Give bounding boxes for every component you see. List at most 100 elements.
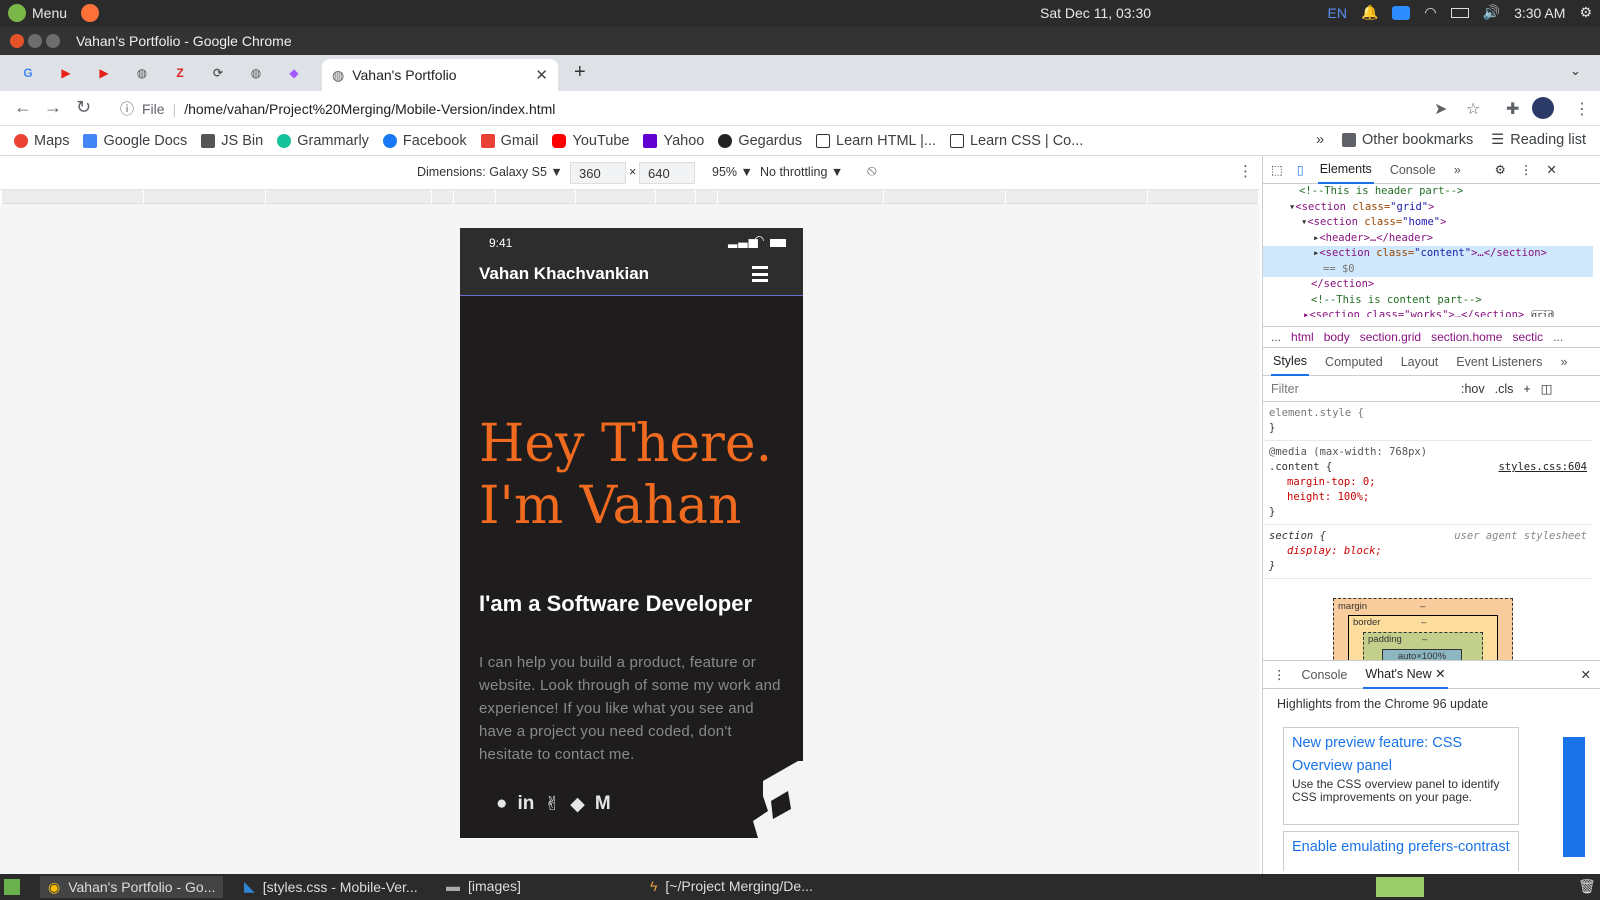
system-time[interactable]: 3:30 AM xyxy=(1514,5,1565,21)
drawer-close-icon[interactable]: ✕ xyxy=(1581,667,1591,682)
throttling-select[interactable]: No throttling ▼ xyxy=(760,165,843,179)
dom-node-close[interactable]: </section> xyxy=(1263,277,1593,293)
breadcrumb-section-home[interactable]: section.home xyxy=(1431,330,1502,344)
dom-node-header[interactable]: ▸<header>…</header> xyxy=(1263,231,1593,247)
info-icon[interactable]: ⓘ xyxy=(120,99,134,119)
feature-card-prefers-contrast[interactable]: Enable emulating prefers-contrast xyxy=(1283,831,1519,871)
system-clock[interactable]: Sat Dec 11, 03:30 xyxy=(1040,5,1151,21)
device-height-input[interactable] xyxy=(639,162,695,184)
feature-link-prefers-contrast[interactable]: Enable emulating prefers-contrast xyxy=(1292,839,1510,855)
dom-node-section-content-selected[interactable]: ▸<section class="content">…</section> xyxy=(1263,246,1593,262)
rule-content-media[interactable]: @media (max-width: 768px) .content { sty… xyxy=(1263,441,1593,525)
breadcrumb-overflow-right[interactable]: ... xyxy=(1553,330,1563,344)
bookmark-facebook[interactable]: Facebook xyxy=(382,133,467,149)
devtools-more-icon[interactable]: ⋮ xyxy=(1520,162,1533,177)
rule-element-style[interactable]: element.style { } xyxy=(1263,402,1593,441)
medium-icon[interactable]: M xyxy=(595,793,611,816)
taskbar-item-files[interactable]: ▬ [images] xyxy=(446,878,521,894)
reading-list[interactable]: ☰ Reading list xyxy=(1491,132,1586,148)
taskbar-item-chrome[interactable]: ◉ Vahan's Portfolio - Go... xyxy=(40,876,224,898)
bookmark-star-icon[interactable]: ☆ xyxy=(1466,99,1480,119)
language-indicator[interactable]: EN xyxy=(1328,5,1347,21)
url-text[interactable]: /home/vahan/Project%20Merging/Mobile-Ver… xyxy=(184,101,555,117)
new-tab-button[interactable]: + xyxy=(574,61,586,84)
bookmark-google-docs[interactable]: Google Docs xyxy=(83,133,187,149)
drawer-tab-console[interactable]: Console xyxy=(1300,662,1350,688)
drawer-menu-icon[interactable]: ⋮ xyxy=(1273,667,1286,682)
hov-toggle[interactable]: :hov xyxy=(1461,382,1485,396)
dom-comment[interactable]: <!--This is header part--> xyxy=(1263,184,1593,200)
other-bookmarks[interactable]: Other bookmarks xyxy=(1342,132,1473,148)
rule-section-ua[interactable]: section { user agent stylesheet display:… xyxy=(1263,525,1593,579)
hamburger-menu-icon[interactable] xyxy=(752,266,768,282)
firefox-icon[interactable] xyxy=(81,4,100,22)
bookmark-youtube[interactable]: YouTube xyxy=(552,133,629,149)
feature-card-css-overview[interactable]: New preview feature: CSS Overview panel … xyxy=(1283,727,1519,825)
workspace-switcher[interactable] xyxy=(1376,877,1424,897)
minimize-window-button[interactable] xyxy=(28,34,42,48)
profile-avatar[interactable] xyxy=(1532,97,1554,119)
bookmark-grammarly[interactable]: Grammarly xyxy=(277,133,369,149)
close-window-button[interactable] xyxy=(10,34,24,48)
bookmarks-overflow-button[interactable]: » xyxy=(1316,132,1324,148)
breadcrumb-body[interactable]: body xyxy=(1324,330,1350,344)
bookmark-gmail[interactable]: Gmail xyxy=(480,133,538,149)
device-width-input[interactable] xyxy=(570,162,626,184)
dom-node-section-grid[interactable]: ▾<section class="grid"> xyxy=(1263,200,1593,216)
pinned-tab-globe-icon-2[interactable]: ◍ xyxy=(246,63,266,83)
angellist-icon[interactable]: ✌ xyxy=(544,793,560,816)
zoom-icon[interactable] xyxy=(1392,5,1411,20)
tab-elements[interactable]: Elements xyxy=(1317,156,1374,184)
tab-computed[interactable]: Computed xyxy=(1323,349,1385,375)
bookmark-yahoo[interactable]: Yahoo xyxy=(643,133,704,149)
volume-icon[interactable]: 🔊 xyxy=(1483,4,1500,21)
back-arrow-icon[interactable]: ← xyxy=(14,97,32,118)
grid-badge[interactable]: grid xyxy=(1530,310,1555,317)
pinned-tab-translate-icon[interactable]: G xyxy=(18,63,38,83)
cls-toggle[interactable]: .cls xyxy=(1495,382,1514,396)
rule-source-link[interactable]: styles.css:604 xyxy=(1498,460,1587,475)
zoom-select[interactable]: 95% ▼ xyxy=(712,165,753,179)
breadcrumb-section-grid[interactable]: section.grid xyxy=(1360,330,1421,344)
tab-event-listeners[interactable]: Event Listeners xyxy=(1454,349,1544,375)
styles-filter-input[interactable]: Filter xyxy=(1271,382,1451,396)
maximize-window-button[interactable] xyxy=(46,34,60,48)
tab-active[interactable]: ◍ Vahan's Portfolio ✕ xyxy=(322,59,558,91)
tab-overflow[interactable]: » xyxy=(1452,157,1463,183)
tab-layout[interactable]: Layout xyxy=(1399,349,1441,375)
device-dimensions-select[interactable]: Dimensions: Galaxy S5 ▼ xyxy=(417,165,563,179)
pinned-tab-youtube-icon-2[interactable]: ▶ xyxy=(94,63,114,83)
pinned-tab-globe-icon[interactable]: ◍ xyxy=(132,63,152,83)
breadcrumb-section[interactable]: sectic xyxy=(1512,330,1543,344)
send-icon[interactable]: ➤ xyxy=(1434,99,1447,119)
system-menu[interactable]: Menu xyxy=(8,4,100,22)
pinned-tab-figma-icon[interactable]: ◆ xyxy=(284,63,304,83)
device-toggle-icon[interactable]: ▯ xyxy=(1297,162,1304,177)
tab-more[interactable]: » xyxy=(1558,349,1569,375)
pinned-tab-refresh-icon[interactable]: ⟳ xyxy=(208,63,228,83)
tab-search-chevron-icon[interactable]: ⌄ xyxy=(1570,63,1581,79)
forward-arrow-icon[interactable]: → xyxy=(44,97,62,118)
css-property[interactable]: height: 100%; xyxy=(1269,490,1587,505)
bookmark-jsbin[interactable]: JS Bin xyxy=(201,133,263,149)
inspect-element-icon[interactable]: ⬚ xyxy=(1271,162,1283,177)
tab-console[interactable]: Console xyxy=(1388,157,1438,183)
trash-icon[interactable]: 🗑 xyxy=(1578,878,1596,895)
dom-node-section-works[interactable]: ▸<section class="works">…</section> grid xyxy=(1263,308,1593,317)
notification-bell-icon[interactable]: 🔔 xyxy=(1361,4,1378,21)
address-bar[interactable]: ⓘ File | /home/vahan/Project%20Merging/M… xyxy=(108,94,1404,123)
pinned-tab-youtube-icon[interactable]: ▶ xyxy=(56,63,76,83)
pinned-tab-zeplin-icon[interactable]: Z xyxy=(170,63,190,83)
devtools-settings-gear-icon[interactable]: ⚙ xyxy=(1495,162,1506,177)
new-rule-icon[interactable]: + xyxy=(1523,382,1530,396)
taskbar-item-terminal[interactable]: ϟ [~/Project Merging/De... xyxy=(650,878,813,894)
more-menu-icon[interactable]: ⋮ xyxy=(1574,99,1590,119)
toggle-sidebar-icon[interactable]: ◫ xyxy=(1541,381,1553,396)
devtools-close-icon[interactable]: ✕ xyxy=(1546,162,1556,177)
reload-icon[interactable]: ↻ xyxy=(76,97,91,118)
tab-styles[interactable]: Styles xyxy=(1271,348,1310,376)
media-query-ruler[interactable] xyxy=(2,190,1258,204)
css-property[interactable]: margin-top: 0; xyxy=(1269,475,1587,490)
twitter-icon[interactable]: ◆ xyxy=(570,793,585,816)
device-more-icon[interactable]: ⋮ xyxy=(1238,162,1253,180)
